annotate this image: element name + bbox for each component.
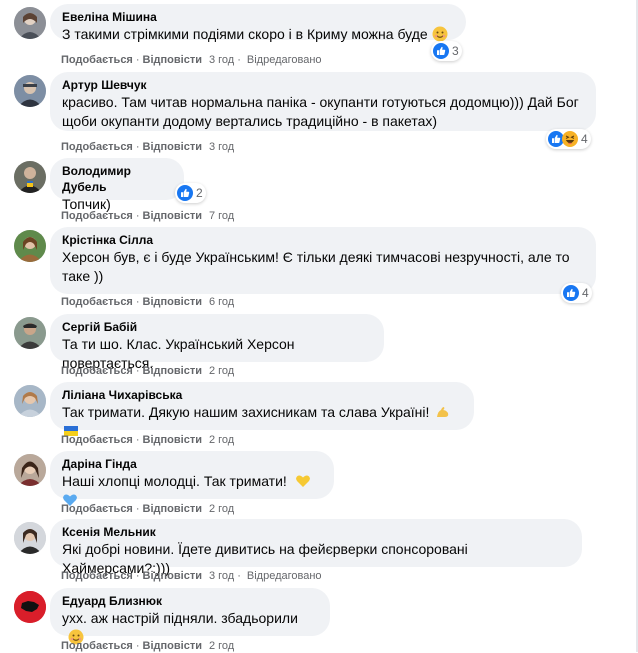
comment-time[interactable]: 2 год [209,434,234,446]
reply-button[interactable]: Відповісти [143,365,202,377]
comment-actions: Подобається · Відповісти 2 год [61,503,235,515]
reaction-count: 3 [452,44,459,58]
like-reaction-icon [177,185,193,201]
comment-bubble: Евеліна Мішина З такими стрімкими подіям… [50,4,466,42]
reaction-count: 2 [196,186,203,200]
comment-text: Херсон був, є і буде Українським! Є тіль… [62,249,570,284]
comment-bubble: Володимир Дубель Топчик) [50,158,184,212]
avatar[interactable] [14,454,46,486]
reply-button[interactable]: Відповісти [143,434,202,446]
comment-actions: Подобається · Відповісти 6 год [61,296,235,308]
comment-time[interactable]: 2 год [209,365,234,377]
smiling-emoji [432,26,448,42]
comments-section: Евеліна Мішина З такими стрімкими подіям… [0,0,638,652]
reactions-summary[interactable]: 4 [561,283,592,303]
comment-time[interactable]: 3 год [209,570,234,582]
reply-button[interactable]: Відповісти [143,210,202,222]
comment-time[interactable]: 2 год [209,640,234,652]
comment-author[interactable]: Крістінка Сілла [62,232,584,248]
comment-bubble: Крістінка Сілла Херсон був, є і буде Укр… [50,227,596,294]
like-button[interactable]: Подобається [61,503,133,515]
avatar[interactable] [14,230,46,262]
like-button[interactable]: Подобається [61,570,133,582]
flexed-biceps-emoji [435,404,451,420]
avatar[interactable] [14,522,46,554]
comment-author[interactable]: Сергій Бабій [62,319,372,335]
comment-time[interactable]: 3 год [209,141,234,153]
reply-button[interactable]: Відповісти [143,503,202,515]
like-button[interactable]: Подобається [61,141,133,153]
comment-author[interactable]: Володимир Дубель [62,163,172,195]
comment-time[interactable]: 3 год [209,54,234,66]
like-button[interactable]: Подобається [61,54,133,66]
avatar[interactable] [14,7,46,39]
comment-bubble: Ксенія Мельник Які добрі новини. Їдете д… [50,519,582,576]
comment-author[interactable]: Даріна Гінда [62,456,322,472]
like-reaction-icon [433,43,449,59]
comment-actions: Подобається · Відповісти 2 год [61,434,235,446]
avatar[interactable] [14,161,46,193]
reaction-count: 4 [581,132,588,146]
comment-author[interactable]: Ліліана Чихарівська [62,387,462,403]
comment-actions: Подобається · Відповісти 7 год [61,210,235,222]
comment-actions: Подобається · Відповісти 2 год [61,640,235,652]
like-reaction-icon [563,285,579,301]
comment-bubble: Артур Шевчук красиво. Там читав нормальн… [50,72,596,131]
comment-bubble: Сергій Бабій Та ти шо. Клас. Український… [50,314,384,371]
avatar[interactable] [14,591,46,623]
comment-author[interactable]: Евеліна Мішина [62,9,454,25]
reply-button[interactable]: Відповісти [143,141,202,153]
like-button[interactable]: Подобається [61,640,133,652]
comment-bubble: Даріна Гінда Наші хлопці молодці. Так тр… [50,451,334,506]
like-button[interactable]: Подобається [61,210,133,222]
reactions-summary[interactable]: 2 [175,183,206,203]
comment-bubble: Едуард Близнюк ухх. аж настрій підняли. … [50,588,330,645]
reactions-summary[interactable]: 4 [546,129,591,149]
comment-author[interactable]: Ксенія Мельник [62,524,570,540]
avatar[interactable] [14,385,46,417]
comment-text: красиво. Там читав нормальна паніка - ок… [62,94,579,129]
comment-actions: Подобається · Відповісти 3 год · Відредагован… [61,54,322,66]
reply-button[interactable]: Відповісти [143,54,202,66]
reply-button[interactable]: Відповісти [143,640,202,652]
avatar[interactable] [14,75,46,107]
yellow-heart-emoji [295,473,311,489]
like-button[interactable]: Подобається [61,296,133,308]
edited-label: Відредаговано [246,570,322,582]
like-button[interactable]: Подобається [61,365,133,377]
comment-author[interactable]: Едуард Близнюк [62,593,318,609]
comment-time[interactable]: 7 год [209,210,234,222]
reply-button[interactable]: Відповісти [143,570,202,582]
comment-actions: Подобається · Відповісти 3 год · Відредагован… [61,570,322,582]
comment-bubble: Ліліана Чихарівська Так тримати. Дякую н… [50,382,474,436]
avatar[interactable] [14,317,46,349]
like-button[interactable]: Подобається [61,434,133,446]
comment-time[interactable]: 2 год [209,503,234,515]
comment-author[interactable]: Артур Шевчук [62,77,584,93]
comment-text: З такими стрімкими подіями скоро і в Кри… [62,25,454,44]
edited-label: Відредаговано [246,54,322,66]
haha-reaction-icon [562,131,578,147]
reply-button[interactable]: Відповісти [143,296,202,308]
reactions-summary[interactable]: 3 [431,41,462,61]
reaction-count: 4 [582,286,589,300]
comment-time[interactable]: 6 год [209,296,234,308]
comment-actions: Подобається · Відповісти 2 год [61,365,235,377]
comment-actions: Подобається · Відповісти 3 год [61,141,235,153]
